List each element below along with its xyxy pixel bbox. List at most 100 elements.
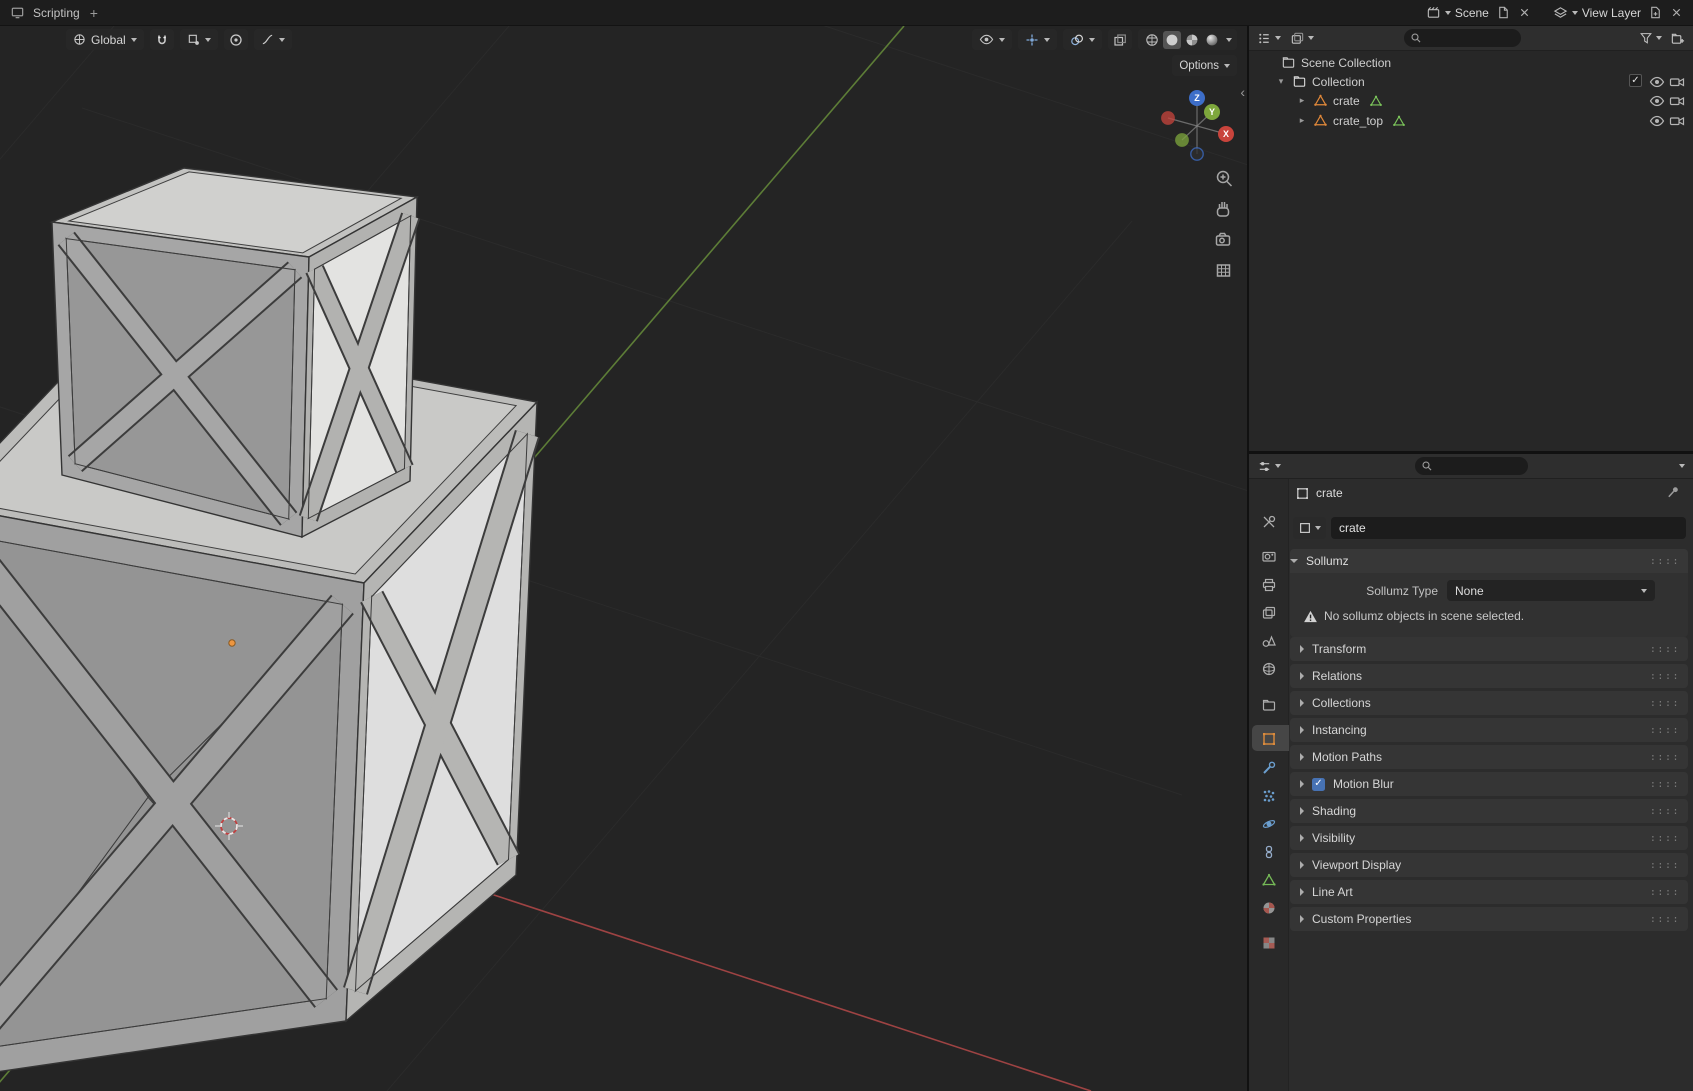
tab-material-icon[interactable] — [1261, 900, 1277, 916]
disable-render-camera-icon[interactable] — [1669, 74, 1685, 90]
scene-selector-dropdown[interactable]: Scene — [1426, 5, 1489, 20]
object-visibility-dropdown[interactable] — [972, 29, 1012, 50]
drag-handle-icon[interactable]: :::: — [1650, 779, 1680, 790]
id-type-dropdown[interactable] — [1293, 517, 1326, 539]
panel-motion-blur[interactable]: ✓Motion Blur:::: — [1290, 772, 1688, 796]
disclosure-closed-icon[interactable]: ▸ — [1296, 115, 1308, 126]
breadcrumb-object-name[interactable]: crate — [1316, 486, 1343, 500]
drag-handle-icon[interactable]: :::: — [1650, 725, 1680, 736]
tab-texture-icon[interactable] — [1261, 935, 1277, 951]
remove-view-layer-button[interactable] — [1670, 6, 1683, 19]
add-view-layer-button[interactable] — [1648, 5, 1663, 20]
new-collection-button[interactable] — [1670, 31, 1685, 46]
view-layer-selector-dropdown[interactable]: View Layer — [1553, 5, 1641, 20]
panel-motion-paths[interactable]: Motion Paths:::: — [1290, 745, 1688, 769]
new-scene-button[interactable] — [1496, 5, 1511, 20]
collection-exclude-checkbox[interactable]: ✓ — [1629, 74, 1642, 87]
panel-visibility[interactable]: Visibility:::: — [1290, 826, 1688, 850]
shading-material-button[interactable] — [1183, 31, 1201, 49]
viewport-options-dropdown[interactable]: Options — [1172, 55, 1237, 76]
shading-wireframe-button[interactable] — [1143, 31, 1161, 49]
viewport-canvas[interactable]: ZYX — [0, 26, 1247, 1091]
outliner-row-scene-collection[interactable]: Scene Collection — [1249, 53, 1693, 72]
tab-object-data-icon[interactable] — [1261, 872, 1277, 888]
add-workspace-button[interactable]: + — [90, 5, 98, 21]
scene-name[interactable]: Scene — [1455, 6, 1489, 20]
unlink-scene-button[interactable] — [1518, 6, 1531, 19]
drag-handle-icon[interactable]: :::: — [1650, 671, 1680, 682]
outliner-row-crate[interactable]: ▸ crate — [1249, 91, 1693, 110]
proportional-editing-button[interactable] — [224, 29, 248, 50]
transform-orientation-dropdown[interactable]: Global — [66, 29, 144, 50]
region-collapse-icon[interactable]: ‹ — [1240, 84, 1245, 100]
show-gizmo-dropdown[interactable] — [1018, 29, 1057, 50]
drag-handle-icon[interactable]: :::: — [1650, 644, 1680, 655]
workspace-tab-scripting[interactable]: Scripting — [33, 6, 80, 20]
panel-custom-properties[interactable]: Custom Properties:::: — [1290, 907, 1688, 931]
disable-render-camera-icon[interactable] — [1669, 93, 1685, 109]
row-label[interactable]: crate_top — [1333, 114, 1383, 128]
disable-render-camera-icon[interactable] — [1669, 113, 1685, 129]
panel-viewport-display[interactable]: Viewport Display:::: — [1290, 853, 1688, 877]
object-name-input[interactable] — [1331, 517, 1686, 539]
drag-handle-icon[interactable]: :::: — [1650, 752, 1680, 763]
hide-eye-icon[interactable] — [1649, 74, 1665, 90]
motion-blur-checkbox[interactable]: ✓ — [1312, 778, 1325, 791]
drag-handle-icon[interactable]: :::: — [1650, 860, 1680, 871]
overlays-dropdown[interactable] — [1063, 29, 1102, 50]
pan-hand-button[interactable] — [1218, 202, 1229, 216]
outliner-display-mode-dropdown[interactable] — [1290, 31, 1314, 46]
proportional-falloff-dropdown[interactable] — [254, 29, 292, 50]
outliner-row-crate-top[interactable]: ▸ crate_top — [1249, 111, 1693, 130]
drag-handle-icon[interactable]: :::: — [1650, 833, 1680, 844]
snap-target-dropdown[interactable] — [180, 29, 218, 50]
drag-handle-icon[interactable]: :::: — [1650, 698, 1680, 709]
panel-shading[interactable]: Shading:::: — [1290, 799, 1688, 823]
sollumz-panel-header[interactable]: Sollumz :::: — [1290, 549, 1688, 573]
panel-transform[interactable]: Transform:::: — [1290, 637, 1688, 661]
tab-render-icon[interactable] — [1261, 548, 1277, 564]
tab-scene-icon[interactable] — [1261, 633, 1277, 649]
panel-relations[interactable]: Relations:::: — [1290, 664, 1688, 688]
editor-type-dropdown[interactable] — [1257, 459, 1281, 474]
viewport-camera-button[interactable] — [1217, 234, 1230, 246]
outliner-search-input[interactable] — [1426, 32, 1515, 44]
row-label[interactable]: crate — [1333, 94, 1360, 108]
nav-gizmo[interactable]: ZYX — [1162, 90, 1234, 160]
outliner-filter-dropdown[interactable] — [1639, 31, 1662, 45]
tab-physics-icon[interactable] — [1261, 816, 1277, 832]
drag-handle-icon[interactable]: :::: — [1650, 556, 1680, 567]
outliner-row-collection[interactable]: ▾ Collection ✓ — [1249, 72, 1693, 91]
zoom-button[interactable] — [1218, 172, 1232, 187]
chevron-down-icon[interactable] — [1679, 464, 1685, 468]
editor-type-dropdown[interactable] — [1257, 31, 1281, 46]
tab-object-icon[interactable] — [1261, 731, 1277, 747]
drag-handle-icon[interactable]: :::: — [1650, 806, 1680, 817]
panel-line-art[interactable]: Line Art:::: — [1290, 880, 1688, 904]
disclosure-open-icon[interactable]: ▾ — [1275, 76, 1287, 87]
xray-toggle-button[interactable] — [1108, 29, 1132, 50]
tab-modifiers-icon[interactable] — [1261, 760, 1277, 776]
tab-constraints-icon[interactable] — [1261, 844, 1277, 860]
row-label[interactable]: Scene Collection — [1301, 56, 1391, 70]
hide-eye-icon[interactable] — [1649, 113, 1665, 129]
tab-tool-icon[interactable] — [1261, 514, 1277, 530]
crate-top-object[interactable] — [52, 168, 417, 537]
panel-instancing[interactable]: Instancing:::: — [1290, 718, 1688, 742]
hide-eye-icon[interactable] — [1649, 93, 1665, 109]
drag-handle-icon[interactable]: :::: — [1650, 887, 1680, 898]
shading-rendered-button[interactable] — [1203, 31, 1221, 49]
panel-collections[interactable]: Collections:::: — [1290, 691, 1688, 715]
view-layer-name[interactable]: View Layer — [1582, 6, 1641, 20]
tab-view-layer-icon[interactable] — [1261, 605, 1277, 621]
sollumz-type-dropdown[interactable]: None — [1447, 580, 1655, 601]
pin-icon[interactable] — [1666, 485, 1681, 500]
3d-viewport[interactable]: ZYX Global — [0, 26, 1247, 1091]
shading-solid-button[interactable] — [1163, 31, 1181, 49]
tab-world-icon[interactable] — [1261, 661, 1277, 677]
drag-handle-icon[interactable]: :::: — [1650, 914, 1680, 925]
tab-collection-icon[interactable] — [1261, 697, 1277, 713]
row-label[interactable]: Collection — [1312, 75, 1365, 89]
tab-output-icon[interactable] — [1261, 577, 1277, 593]
disclosure-closed-icon[interactable]: ▸ — [1296, 95, 1308, 106]
